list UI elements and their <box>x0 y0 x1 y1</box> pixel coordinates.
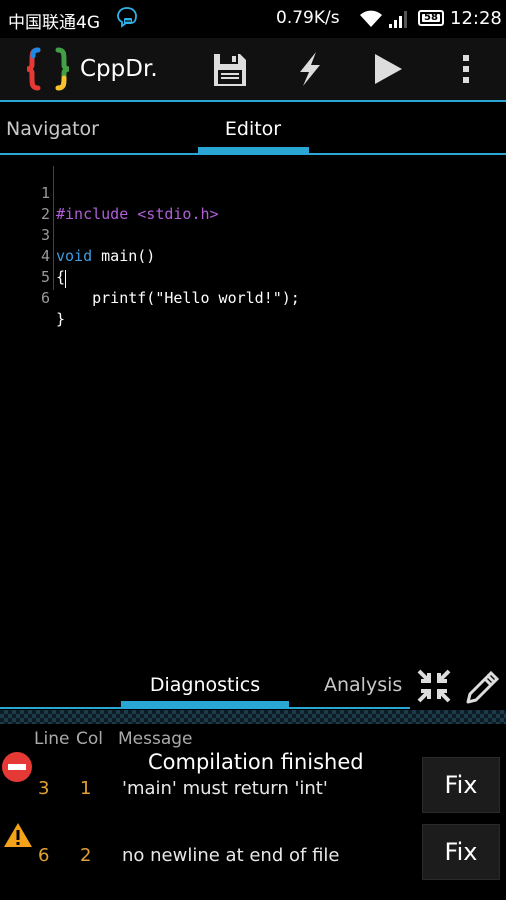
app-logo-icon[interactable] <box>24 46 72 92</box>
carrier-label: 中国联通4G <box>8 13 100 33</box>
code-editor[interactable]: 1 #include <stdio.h> 2 3 void main() 4 {… <box>0 162 506 662</box>
panel-divider <box>0 707 410 709</box>
line-number: 6 <box>40 289 50 307</box>
wifi-icon <box>360 10 382 27</box>
network-speed: 0.79K/s <box>276 8 340 28</box>
tab-diagnostics[interactable]: Diagnostics <box>122 674 288 696</box>
code-line: 1 #include <stdio.h> <box>0 162 506 223</box>
battery-level: 58 <box>422 13 440 23</box>
column-header-message: Message <box>118 729 193 749</box>
tabs-divider <box>0 153 506 155</box>
code-line: 5 printf("Hello world!"); <box>0 246 506 307</box>
editor-gutter <box>53 166 54 290</box>
diagnostic-message[interactable]: no newline at end of file <box>122 845 339 866</box>
code-line: 4 { <box>0 225 506 286</box>
code-text: } <box>56 310 66 328</box>
signal-strength-icon <box>389 11 407 28</box>
code-line: 6 } <box>0 267 506 328</box>
pencil-icon[interactable] <box>464 668 500 704</box>
error-icon <box>2 752 32 782</box>
fix-button[interactable]: Fix <box>422 824 500 880</box>
column-header-line: Line <box>34 729 70 749</box>
action-bar-divider <box>0 100 506 102</box>
panel-resize-handle[interactable] <box>0 710 506 724</box>
tab-navigator[interactable]: Navigator <box>6 118 99 140</box>
chat-notification-icon <box>117 7 137 28</box>
tab-analysis[interactable]: Analysis <box>324 674 402 696</box>
column-header-col: Col <box>76 729 103 749</box>
run-icon[interactable] <box>366 48 410 90</box>
warning-icon <box>4 823 32 847</box>
compile-icon[interactable] <box>288 48 332 90</box>
diagnostic-message[interactable]: 'main' must return 'int' <box>122 778 328 799</box>
code-line: 2 <box>0 183 506 223</box>
app-title: CppDr. <box>80 56 158 82</box>
save-icon[interactable] <box>208 48 252 90</box>
diagnostic-line: 3 <box>38 778 50 799</box>
toast-message: Compilation finished <box>148 750 364 774</box>
overflow-menu-icon[interactable] <box>444 48 488 90</box>
tab-editor[interactable]: Editor <box>198 118 308 140</box>
code-line: 3 void main() <box>0 204 506 265</box>
fix-button[interactable]: Fix <box>422 757 500 813</box>
diagnostic-line: 6 <box>38 845 50 866</box>
diagnostic-col: 2 <box>80 845 92 866</box>
action-bar <box>0 38 506 100</box>
diagnostic-col: 1 <box>80 778 92 799</box>
collapse-panel-icon[interactable] <box>416 668 452 704</box>
text-cursor <box>65 270 66 288</box>
battery-icon: 58 <box>418 10 444 26</box>
clock: 12:28 <box>450 8 502 29</box>
code-text: printf("Hello world!"); <box>56 289 300 307</box>
